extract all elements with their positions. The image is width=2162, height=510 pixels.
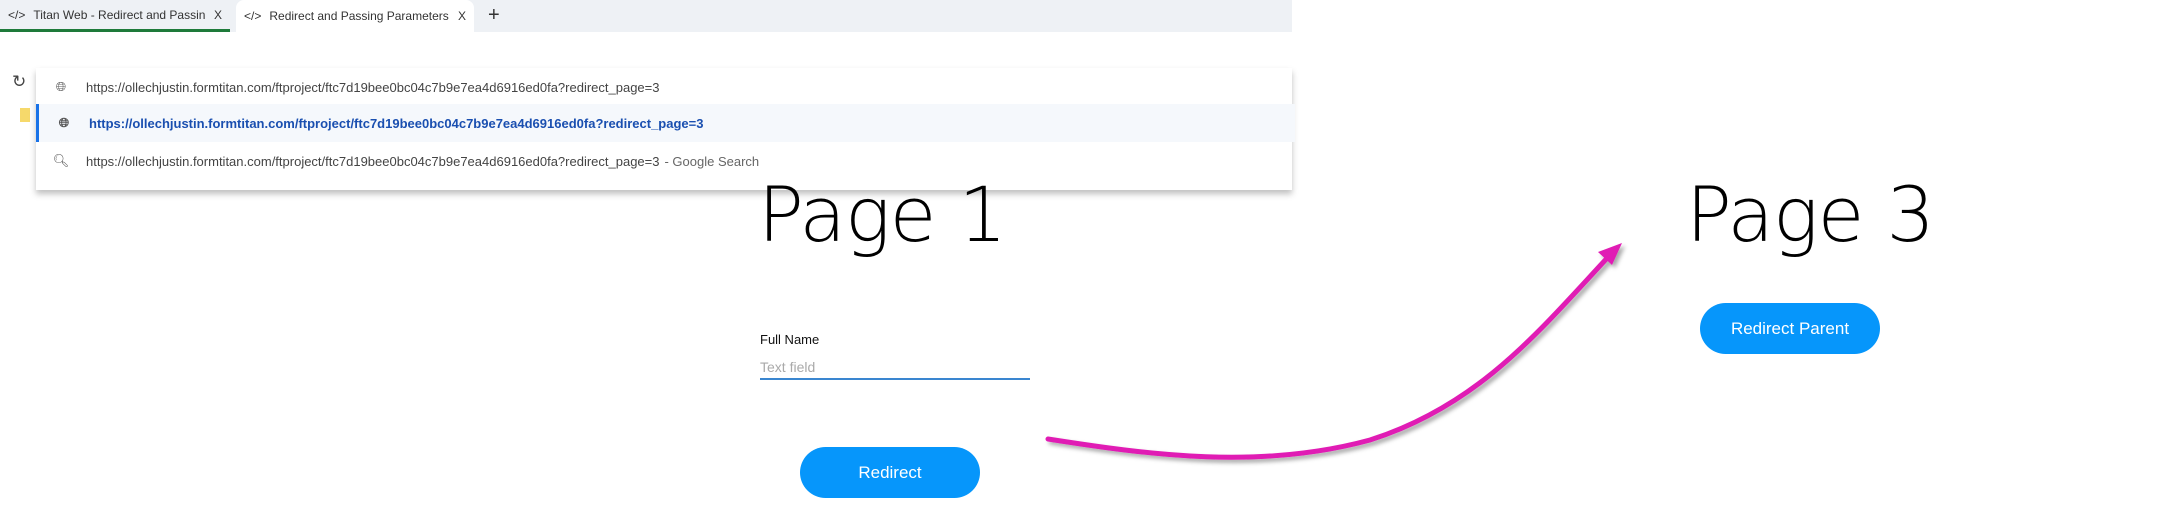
annotation-arrow: [1045, 243, 1622, 460]
arrow-curve: [1045, 252, 1613, 460]
